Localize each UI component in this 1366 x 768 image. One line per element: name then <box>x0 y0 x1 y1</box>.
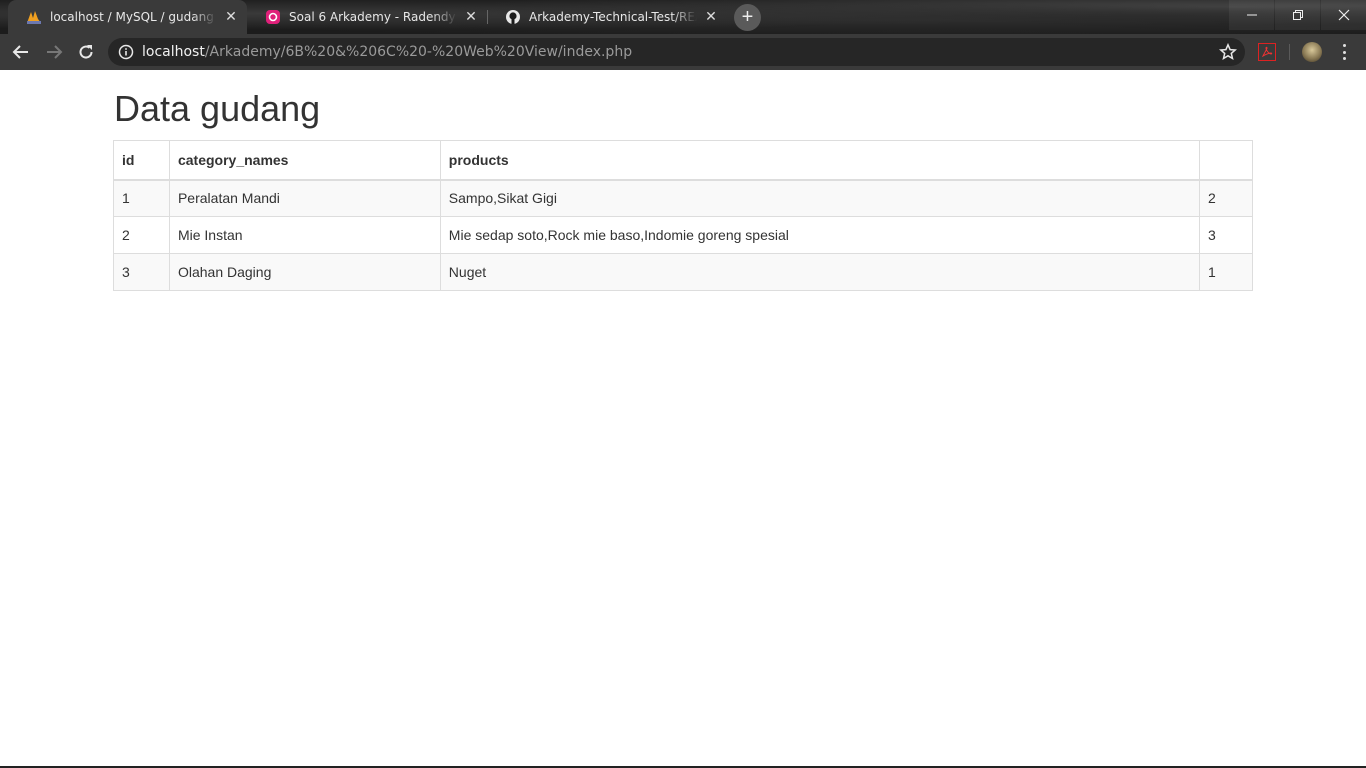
tab-phpmyadmin[interactable]: localhost / MySQL / gudang / pro ✕ <box>8 0 247 34</box>
tab-arkademy-soal[interactable]: Soal 6 Arkademy - Radendy Hafiz ✕ <box>247 0 487 34</box>
table-row: 3 Olahan Daging Nuget 1 <box>113 253 1253 291</box>
arrow-right-icon <box>47 45 63 59</box>
arkademy-icon <box>265 9 281 25</box>
page-title: Data gudang <box>114 88 321 129</box>
back-button[interactable] <box>9 40 33 64</box>
cell-products: Nuget <box>439 253 1201 291</box>
arrow-left-icon <box>12 45 28 59</box>
header-id: id <box>113 140 170 181</box>
page-content: Data gudang id category_names products 1… <box>0 70 1366 768</box>
phpmyadmin-icon <box>26 9 42 25</box>
url-path: /Arkademy/6B%20&%206C%20-%20Web%20View/i… <box>204 44 633 60</box>
plus-icon: + <box>741 6 754 28</box>
reload-button[interactable] <box>74 40 98 64</box>
dot <box>1342 44 1346 47</box>
cell-count: 1 <box>1199 253 1253 291</box>
forward-button[interactable] <box>42 40 66 64</box>
tab-github-readme[interactable]: Arkademy-Technical-Test/README ✕ <box>487 0 727 34</box>
cell-count: 2 <box>1199 179 1253 217</box>
header-count <box>1199 140 1253 181</box>
table-header-row: id category_names products <box>113 140 1253 181</box>
tab-title: Arkademy-Technical-Test/README <box>529 10 697 24</box>
data-table: id category_names products 1 Peralatan M… <box>113 140 1253 291</box>
cell-id: 1 <box>113 179 170 217</box>
github-icon <box>505 9 521 25</box>
toolbar-divider <box>1289 44 1290 60</box>
browser-tabstrip: localhost / MySQL / gudang / pro ✕ Soal … <box>0 0 1366 34</box>
cell-products: Sampo,Sikat Gigi <box>439 179 1201 217</box>
restore-icon <box>1292 10 1303 20</box>
new-tab-button[interactable]: + <box>734 4 761 31</box>
cell-id: 3 <box>113 253 170 291</box>
url-host: localhost <box>142 44 205 60</box>
cell-category: Olahan Daging <box>168 253 441 291</box>
browser-toolbar: localhost/Arkademy/6B%20&%206C%20-%20Web… <box>0 34 1366 70</box>
header-category-names: category_names <box>168 140 441 181</box>
reload-icon <box>79 45 93 59</box>
cell-products: Mie sedap soto,Rock mie baso,Indomie gor… <box>439 216 1201 254</box>
cell-count: 3 <box>1199 216 1253 254</box>
header-products: products <box>439 140 1201 181</box>
info-icon[interactable] <box>118 44 134 60</box>
cell-category: Peralatan Mandi <box>168 179 441 217</box>
tab-title: localhost / MySQL / gudang / pro <box>50 10 217 24</box>
cell-category: Mie Instan <box>168 216 441 254</box>
close-window-button[interactable] <box>1321 0 1366 30</box>
star-icon[interactable] <box>1219 43 1237 61</box>
acrobat-icon <box>1261 46 1273 58</box>
minimize-icon <box>1246 14 1257 16</box>
close-icon[interactable]: ✕ <box>463 9 479 25</box>
close-icon[interactable]: ✕ <box>703 9 719 25</box>
address-bar[interactable]: localhost/Arkademy/6B%20&%206C%20-%20Web… <box>108 38 1245 66</box>
acrobat-extension-button[interactable] <box>1258 43 1276 61</box>
close-icon[interactable]: ✕ <box>223 9 239 25</box>
table-row: 1 Peralatan Mandi Sampo,Sikat Gigi 2 <box>113 179 1253 217</box>
menu-button[interactable] <box>1336 42 1352 62</box>
dot <box>1342 50 1346 54</box>
profile-avatar[interactable] <box>1302 42 1322 62</box>
minimize-button[interactable] <box>1229 0 1274 30</box>
dot <box>1342 57 1346 60</box>
cell-id: 2 <box>113 216 170 254</box>
tab-title: Soal 6 Arkademy - Radendy Hafiz <box>289 10 457 24</box>
close-icon <box>1338 9 1349 21</box>
restore-button[interactable] <box>1275 0 1320 30</box>
table-row: 2 Mie Instan Mie sedap soto,Rock mie bas… <box>113 216 1253 254</box>
